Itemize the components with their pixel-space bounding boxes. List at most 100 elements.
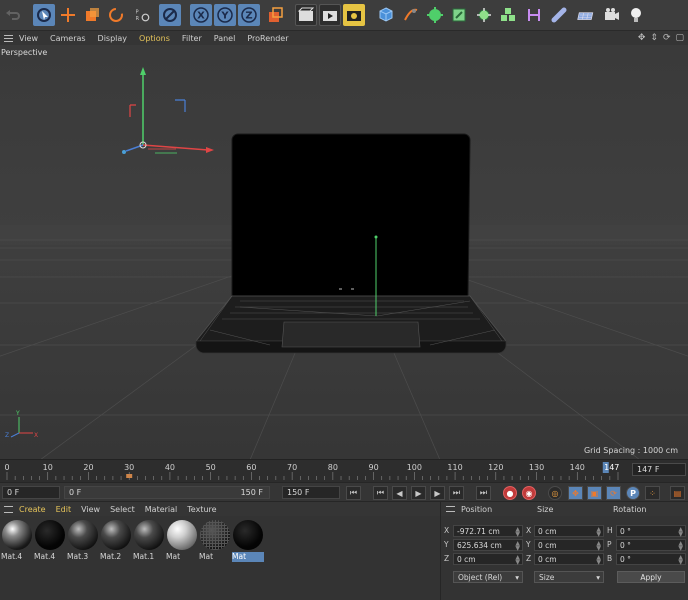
end-frame-field[interactable]: 150 F bbox=[282, 486, 340, 499]
next-frame-icon[interactable]: ▶ bbox=[430, 486, 445, 500]
play-icon[interactable]: ▶ bbox=[411, 486, 426, 500]
autokey-icon[interactable]: ◉ bbox=[522, 486, 536, 500]
mat-menu-material[interactable]: Material bbox=[145, 505, 178, 514]
spinner-icon[interactable]: ▲ ▼ bbox=[515, 555, 520, 566]
laptop-model[interactable] bbox=[195, 133, 507, 354]
render-view-icon[interactable] bbox=[295, 4, 317, 26]
material-thumbnail[interactable]: Mat bbox=[166, 520, 198, 564]
coordinate-mode-dropdown[interactable]: Object (Rel) ▾ bbox=[453, 571, 523, 583]
position-x-field[interactable]: -972.71 cm ▲ ▼ bbox=[453, 525, 523, 538]
timeline-ruler[interactable]: 0 10 20 30 40 50 60 70 80 90 100 110 120 130 140 147 14… bbox=[0, 460, 688, 482]
spinner-icon[interactable]: ▲ ▼ bbox=[596, 541, 601, 552]
key-scale-icon[interactable]: ▣ bbox=[587, 486, 602, 500]
select-icon[interactable] bbox=[159, 4, 181, 26]
material-hamburger-icon[interactable] bbox=[4, 505, 13, 513]
camera-icon[interactable] bbox=[601, 4, 623, 26]
floor-icon[interactable] bbox=[573, 4, 599, 26]
material-thumbnail[interactable]: Mat.4 bbox=[34, 520, 66, 564]
render-settings-icon[interactable] bbox=[343, 4, 365, 26]
pan-icon[interactable]: ✥ bbox=[638, 33, 646, 43]
render-picture-viewer-icon[interactable] bbox=[319, 4, 341, 26]
material-thumbnail[interactable]: Mat.2 bbox=[100, 520, 132, 564]
rotation-b-field[interactable]: 0 ° ▲ ▼ bbox=[616, 553, 686, 566]
cloner-icon[interactable] bbox=[497, 4, 519, 26]
spinner-icon[interactable]: ▲ ▼ bbox=[515, 541, 520, 552]
light-icon[interactable] bbox=[625, 4, 647, 26]
cube-icon[interactable] bbox=[375, 4, 397, 26]
record-active-icon[interactable]: ● bbox=[503, 486, 517, 500]
apply-button[interactable]: Apply bbox=[617, 571, 685, 583]
prev-frame-icon[interactable]: ◀ bbox=[392, 486, 407, 500]
menu-prorender[interactable]: ProRender bbox=[247, 34, 288, 43]
bend-icon[interactable] bbox=[548, 4, 570, 26]
coord-hamburger-icon[interactable] bbox=[446, 506, 455, 512]
coordinate-system-icon[interactable] bbox=[264, 4, 286, 26]
goto-next-key-icon[interactable]: ⏭ bbox=[449, 486, 464, 500]
extrude-icon[interactable] bbox=[448, 4, 470, 26]
mat-menu-texture[interactable]: Texture bbox=[187, 505, 216, 514]
mat-menu-select[interactable]: Select bbox=[110, 505, 135, 514]
menu-view[interactable]: View bbox=[19, 34, 38, 43]
preview-range-slider[interactable]: 0 F 150 F bbox=[64, 486, 270, 499]
maximize-icon[interactable]: ▢ bbox=[675, 33, 684, 43]
material-thumbnail[interactable]: Mat.3 bbox=[67, 520, 99, 564]
z-axis-lock-icon[interactable]: Z bbox=[238, 4, 260, 26]
perspective-viewport[interactable]: Y X Z Perspective Grid Spacing : 1000 cm bbox=[0, 45, 688, 460]
key-pla-icon[interactable]: ⁘ bbox=[645, 486, 660, 500]
spinner-icon[interactable]: ▲ ▼ bbox=[678, 555, 683, 566]
spinner-icon[interactable]: ▲ ▼ bbox=[596, 555, 601, 566]
size-y-field[interactable]: 0 cm ▲ ▼ bbox=[534, 539, 604, 552]
pen-spline-icon[interactable] bbox=[400, 4, 422, 26]
key-parameter-icon[interactable]: P bbox=[626, 486, 640, 500]
viewport-label[interactable]: Perspective bbox=[1, 48, 47, 57]
spinner-icon[interactable]: ▲ ▼ bbox=[596, 527, 601, 538]
key-rotation-icon[interactable]: ⟳ bbox=[606, 486, 621, 500]
rotation-h-field[interactable]: 0 ° ▲ ▼ bbox=[616, 525, 686, 538]
mat-menu-create[interactable]: Create bbox=[19, 505, 46, 514]
deformer-icon[interactable] bbox=[523, 4, 545, 26]
hamburger-icon[interactable] bbox=[4, 34, 13, 42]
undo-icon[interactable] bbox=[2, 4, 24, 26]
mat-menu-edit[interactable]: Edit bbox=[56, 505, 72, 514]
menu-panel[interactable]: Panel bbox=[214, 34, 236, 43]
menu-display[interactable]: Display bbox=[98, 34, 128, 43]
rotate-icon[interactable] bbox=[105, 4, 127, 26]
array-icon[interactable] bbox=[473, 4, 495, 26]
spinner-icon[interactable]: ▲ ▼ bbox=[515, 527, 520, 538]
spinner-icon[interactable]: ▲ ▼ bbox=[678, 527, 683, 538]
x-axis-lock-icon[interactable]: X bbox=[190, 4, 212, 26]
timeline-window-icon[interactable]: ▤ bbox=[670, 486, 685, 500]
menu-options[interactable]: Options bbox=[139, 34, 170, 43]
live-selection-icon[interactable] bbox=[33, 4, 55, 26]
mat-menu-view[interactable]: View bbox=[81, 505, 100, 514]
goto-end-icon[interactable]: ⏭ bbox=[476, 486, 491, 500]
size-mode-dropdown[interactable]: Size ▾ bbox=[534, 571, 604, 583]
move-icon[interactable] bbox=[57, 4, 79, 26]
orbit-icon[interactable]: ⟳ bbox=[663, 33, 671, 43]
size-z-field[interactable]: 0 cm ▲ ▼ bbox=[534, 553, 604, 566]
material-thumbnail[interactable]: Mat.1 bbox=[133, 520, 165, 564]
material-thumbnail[interactable]: Mat.4 bbox=[1, 520, 33, 564]
keyframe-marker[interactable] bbox=[126, 474, 133, 478]
rotation-p-field[interactable]: 0 ° ▲ ▼ bbox=[616, 539, 686, 552]
goto-start-icon[interactable]: ⏮ bbox=[346, 486, 361, 500]
subdivision-icon[interactable] bbox=[424, 4, 446, 26]
y-axis-lock-icon[interactable]: Y bbox=[214, 4, 236, 26]
dolly-icon[interactable]: ⇕ bbox=[650, 33, 658, 43]
start-frame-field[interactable]: 0 F bbox=[2, 486, 60, 499]
material-thumbnail[interactable]: Mat bbox=[199, 520, 231, 564]
menu-filter[interactable]: Filter bbox=[182, 34, 202, 43]
current-frame-field[interactable]: 147 F bbox=[632, 463, 686, 476]
material-thumbnail[interactable]: Mat bbox=[232, 520, 264, 564]
scale-icon[interactable] bbox=[81, 4, 103, 26]
position-y-field[interactable]: 625.634 cm ▲ ▼ bbox=[453, 539, 523, 552]
key-position-icon[interactable]: ✥ bbox=[568, 486, 583, 500]
size-x-field[interactable]: 0 cm ▲ ▼ bbox=[534, 525, 604, 538]
world-axis-gizmo[interactable] bbox=[122, 67, 214, 154]
menu-cameras[interactable]: Cameras bbox=[50, 34, 86, 43]
goto-prev-key-icon[interactable]: ⏮ bbox=[373, 486, 388, 500]
spinner-icon[interactable]: ▲ ▼ bbox=[678, 541, 683, 552]
keyframe-selection-icon[interactable]: ◎ bbox=[548, 486, 562, 500]
recent-tools-icon[interactable]: PR bbox=[131, 4, 155, 26]
position-z-field[interactable]: 0 cm ▲ ▼ bbox=[453, 553, 523, 566]
